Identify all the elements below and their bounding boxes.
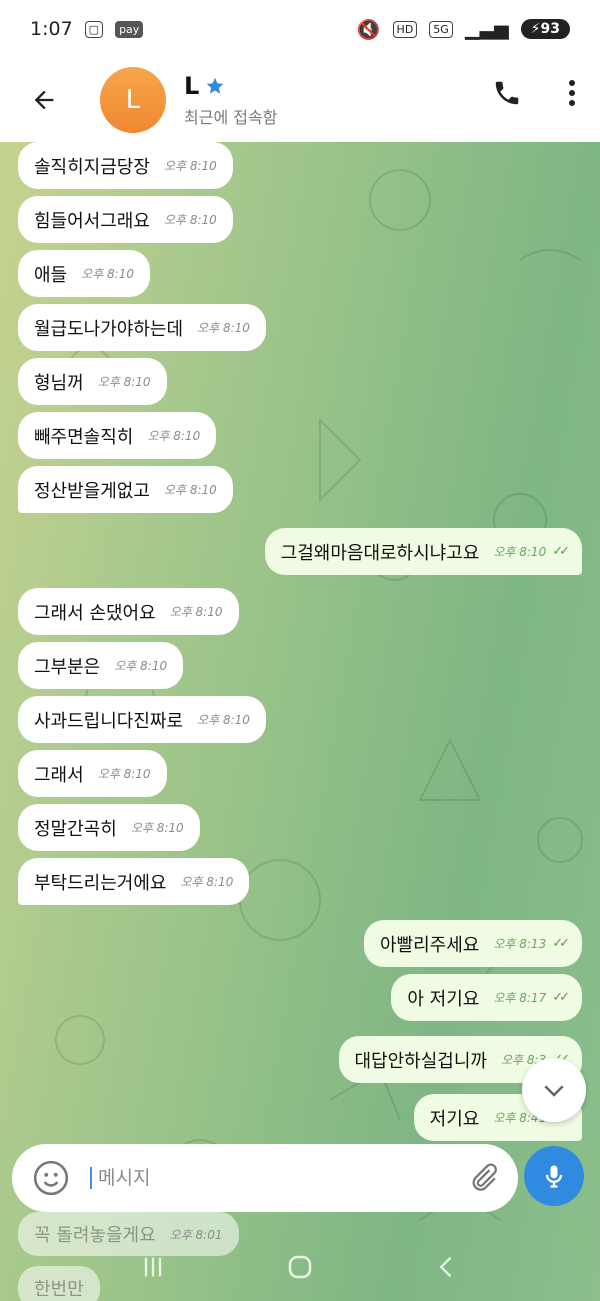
- status-bar: 1:07 ▢ pay 🔇 HD 5G ▁▃▅ ⚡93: [0, 0, 600, 58]
- phone-icon[interactable]: [492, 78, 522, 108]
- message-text: 솔직히지금당장: [34, 156, 150, 178]
- message-text: 아 저기요: [407, 988, 480, 1010]
- message-time: 오후 8:10: [97, 767, 151, 781]
- message-text: 힘들어서그래요: [34, 210, 150, 232]
- hd-badge: HD: [392, 20, 418, 38]
- message-incoming[interactable]: 빼주면솔직히 오후 8:10: [18, 412, 217, 459]
- contact-name: L: [184, 72, 200, 100]
- battery-indicator: ⚡93: [520, 19, 570, 39]
- message-text: 그부분은: [34, 656, 101, 678]
- pay-badge: pay: [115, 20, 144, 38]
- verified-star-icon: [206, 77, 224, 94]
- battery-level: 93: [540, 21, 560, 37]
- message-incoming[interactable]: 힘들어서그래요 오후 8:10: [18, 196, 233, 243]
- more-vert-icon[interactable]: [568, 79, 576, 107]
- message-text: 형님꺼: [34, 372, 84, 394]
- message-outgoing[interactable]: 그걸왜마음대로하시냐고요 오후 8:10 ✓✓: [264, 528, 582, 575]
- read-checkmark-icon: ✓✓: [552, 990, 570, 1005]
- message-text: 월급도나가야하는데: [34, 318, 184, 340]
- mute-icon: 🔇: [356, 18, 381, 41]
- message-incoming[interactable]: 정말간곡히 오후 8:10: [18, 804, 200, 851]
- avatar-letter: L: [125, 85, 141, 115]
- back-nav-icon[interactable]: [433, 1253, 461, 1281]
- message-time: 오후 8:13: [493, 937, 547, 951]
- last-seen-status: 최근에 접속함: [184, 108, 278, 127]
- chevron-down-icon: [544, 1085, 564, 1097]
- network-badge: 5G: [429, 20, 453, 38]
- message-text: 정산받을게없고: [34, 480, 150, 502]
- message-time: 오후 8:10: [169, 605, 223, 619]
- message-time: 오후 8:10: [114, 659, 168, 673]
- message-incoming[interactable]: 사과드립니다진짜로 오후 8:10: [18, 696, 266, 743]
- back-arrow-icon: [34, 90, 54, 110]
- read-checkmark-icon: ✓✓: [552, 936, 570, 951]
- message-outgoing[interactable]: 아 저기요 오후 8:17 ✓✓: [391, 974, 582, 1021]
- contact-name-row: L: [184, 72, 277, 100]
- scroll-to-bottom-button[interactable]: [522, 1058, 586, 1122]
- message-incoming[interactable]: 그래서 오후 8:10: [18, 750, 167, 797]
- status-time: 1:07: [30, 18, 73, 40]
- message-text: 대답안하실겁니까: [354, 1050, 487, 1072]
- message-incoming[interactable]: 형님꺼 오후 8:10: [18, 358, 167, 405]
- signal-icon: ▁▃▅: [464, 18, 509, 40]
- message-incoming[interactable]: 정산받을게없고 오후 8:10: [18, 466, 233, 513]
- message-text: 그걸왜마음대로하시냐고요: [280, 542, 480, 564]
- back-button[interactable]: [24, 80, 64, 120]
- message-text: 저기요: [429, 1108, 480, 1130]
- contact-info[interactable]: L 최근에 접속함: [184, 72, 277, 128]
- system-navigation-bar: [0, 1232, 600, 1301]
- message-time: 오후 8:10: [81, 267, 134, 281]
- home-icon[interactable]: [285, 1252, 315, 1282]
- message-text: 그래서 손댔어요: [34, 602, 156, 624]
- message-time: 오후 8:10: [130, 821, 184, 835]
- mic-icon: [545, 1165, 563, 1188]
- message-time: 오후 8:10: [197, 321, 250, 335]
- message-text: 애들: [34, 264, 68, 286]
- emoji-icon[interactable]: [32, 1159, 70, 1197]
- message-text: 빼주면솔직히: [34, 426, 134, 448]
- message-composer: [12, 1144, 518, 1212]
- message-time: 오후 8:10: [163, 483, 217, 497]
- screenshot-icon: ▢: [84, 20, 104, 38]
- paperclip-icon[interactable]: [466, 1161, 500, 1195]
- message-input[interactable]: [90, 1167, 430, 1189]
- message-time: 오후 8:10: [147, 429, 201, 443]
- message-time: 오후 8:10: [197, 713, 250, 727]
- message-text: 아빨리주세요: [380, 934, 480, 956]
- message-text: 부탁드리는거에요: [34, 872, 167, 894]
- message-time: 오후 8:10: [163, 213, 217, 227]
- voice-record-button[interactable]: [524, 1146, 584, 1206]
- message-time: 오후 8:10: [163, 159, 217, 173]
- message-incoming[interactable]: 솔직히지금당장 오후 8:10: [18, 142, 233, 189]
- chat-header: L L 최근에 접속함: [0, 58, 600, 142]
- message-text: 그래서: [34, 764, 84, 786]
- message-time: 오후 8:10: [180, 875, 234, 889]
- message-text: 정말간곡히: [34, 818, 117, 840]
- message-list: 솔직히지금당장 오후 8:10 힘들어서그래요 오후 8:10 애들 오후 8:10 …: [0, 142, 600, 1301]
- message-text: 사과드립니다진짜로: [34, 710, 184, 732]
- message-time: 오후 8:10: [493, 545, 547, 559]
- read-checkmark-icon: ✓✓: [552, 544, 570, 559]
- message-incoming[interactable]: 애들 오후 8:10: [18, 250, 150, 297]
- recent-apps-icon[interactable]: [139, 1253, 167, 1281]
- message-incoming[interactable]: 그부분은 오후 8:10: [18, 642, 184, 689]
- message-incoming[interactable]: 월급도나가야하는데 오후 8:10: [18, 304, 266, 351]
- contact-avatar[interactable]: L: [100, 67, 166, 133]
- message-outgoing[interactable]: 아빨리주세요 오후 8:13 ✓✓: [364, 920, 582, 967]
- message-time: 오후 8:10: [97, 375, 151, 389]
- message-incoming[interactable]: 그래서 손댔어요 오후 8:10: [18, 588, 239, 635]
- message-time: 오후 8:17: [493, 991, 547, 1005]
- message-incoming[interactable]: 부탁드리는거에요 오후 8:10: [18, 858, 250, 905]
